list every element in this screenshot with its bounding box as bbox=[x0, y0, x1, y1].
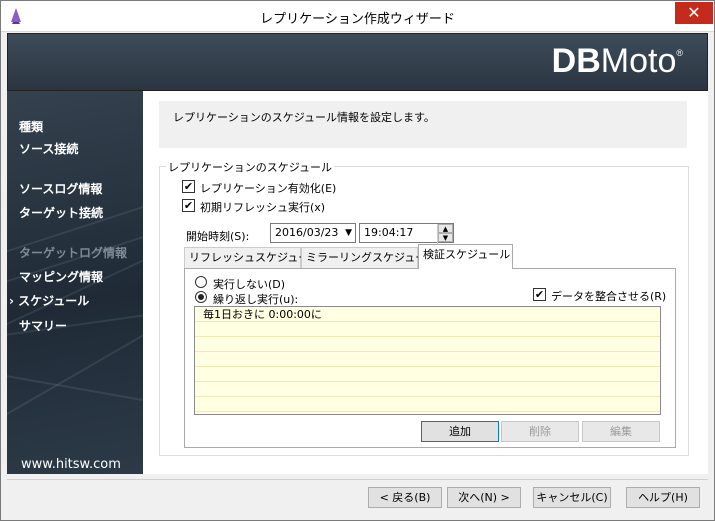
website-url: www.hitsw.com bbox=[21, 457, 121, 472]
dbmoto-logo: DBMoto® bbox=[551, 42, 683, 80]
reconcile-data-checkbox[interactable]: ✔ bbox=[533, 288, 546, 301]
enable-replication-checkbox[interactable]: ✔ bbox=[182, 180, 195, 193]
title-bar: レプリケーション作成ウィザード ✕ bbox=[1, 1, 714, 32]
spin-down-icon[interactable]: ▼ bbox=[438, 233, 453, 242]
initial-refresh-checkbox[interactable]: ✔ bbox=[182, 199, 195, 212]
start-date-picker[interactable]: 2016/03/23 ▼ bbox=[270, 223, 356, 243]
tab-mirroring-schedule[interactable]: ミラーリングスケジュール bbox=[301, 247, 437, 269]
help-button[interactable]: ヘルプ(H) bbox=[626, 487, 700, 508]
sidebar-item-summary: サマリー bbox=[19, 319, 68, 333]
header-banner: DBMoto® bbox=[7, 33, 708, 91]
radio-not-run[interactable] bbox=[195, 276, 207, 288]
list-item[interactable]: 毎1日おきに 0:00:00に bbox=[195, 307, 660, 322]
radio-repeat[interactable] bbox=[195, 291, 207, 303]
tab-verification-schedule[interactable]: 検証スケジュール bbox=[418, 244, 513, 269]
sidebar-item-source-connection: ソース接続 bbox=[19, 142, 79, 156]
delete-button[interactable]: 削除 bbox=[501, 421, 579, 442]
sidebar-item-target-log: ターゲットログ情報 bbox=[19, 246, 128, 260]
sidebar-item-target-connection: ターゲット接続 bbox=[19, 206, 104, 220]
list-item-empty bbox=[195, 352, 660, 367]
tab-refresh-schedule[interactable]: リフレッシュスケジュール bbox=[184, 247, 320, 269]
enable-replication-label: レプリケーション有効化(E) bbox=[200, 182, 337, 195]
wizard-steps-sidebar: 種類 ソース接続 ソースログ情報 ターゲット接続 ターゲットログ情報 マッピング… bbox=[7, 91, 143, 474]
reconcile-data-label: データを整合させる(R) bbox=[551, 290, 667, 303]
current-step-marker: › bbox=[9, 294, 14, 308]
radio-not-run-label: 実行しない(D) bbox=[213, 278, 286, 291]
edit-button[interactable]: 編集 bbox=[582, 421, 660, 442]
spin-up-icon[interactable]: ▲ bbox=[438, 224, 453, 233]
list-item-empty bbox=[195, 382, 660, 397]
start-time-field[interactable]: 19:04:17 ▲ ▼ bbox=[359, 223, 454, 244]
list-item-empty bbox=[195, 367, 660, 382]
list-item-empty bbox=[195, 397, 660, 412]
radio-repeat-label: 繰り返し実行(u): bbox=[213, 293, 299, 306]
info-text: レプリケーションのスケジュール情報を設定します。 bbox=[173, 111, 435, 124]
back-button[interactable]: < 戻る(B) bbox=[368, 487, 442, 508]
wizard-window: レプリケーション作成ウィザード ✕ DBMoto® 種類 ソース接続 ソースログ… bbox=[0, 0, 715, 521]
cancel-button[interactable]: キャンセル(C) bbox=[533, 487, 611, 508]
time-spinner[interactable]: ▲ ▼ bbox=[437, 224, 453, 244]
sidebar-item-source-log: ソースログ情報 bbox=[19, 182, 103, 196]
start-date-value: 2016/03/23 bbox=[275, 226, 339, 239]
sidebar-item-mapping: マッピング情報 bbox=[19, 270, 104, 284]
window-title: レプリケーション作成ウィザード bbox=[260, 12, 455, 27]
sidebar-item-type: 種類 bbox=[19, 120, 44, 134]
schedule-list[interactable]: 毎1日おきに 0:00:00に bbox=[194, 306, 661, 415]
chevron-down-icon[interactable]: ▼ bbox=[345, 224, 352, 242]
list-item-empty bbox=[195, 337, 660, 352]
group-title: レプリケーションのスケジュール bbox=[166, 159, 335, 175]
start-time-label: 開始時刻(S): bbox=[186, 230, 250, 243]
info-box: レプリケーションのスケジュール情報を設定します。 bbox=[159, 101, 687, 148]
start-time-value: 19:04:17 bbox=[364, 226, 414, 239]
sidebar-item-schedule: › スケジュール bbox=[9, 294, 90, 308]
list-item-empty bbox=[195, 322, 660, 337]
footer-divider bbox=[7, 479, 708, 480]
initial-refresh-label: 初期リフレッシュ実行(x) bbox=[200, 201, 326, 214]
add-button[interactable]: 追加 bbox=[421, 421, 499, 442]
close-button[interactable]: ✕ bbox=[675, 2, 713, 24]
next-button[interactable]: 次へ(N) > bbox=[447, 487, 521, 508]
